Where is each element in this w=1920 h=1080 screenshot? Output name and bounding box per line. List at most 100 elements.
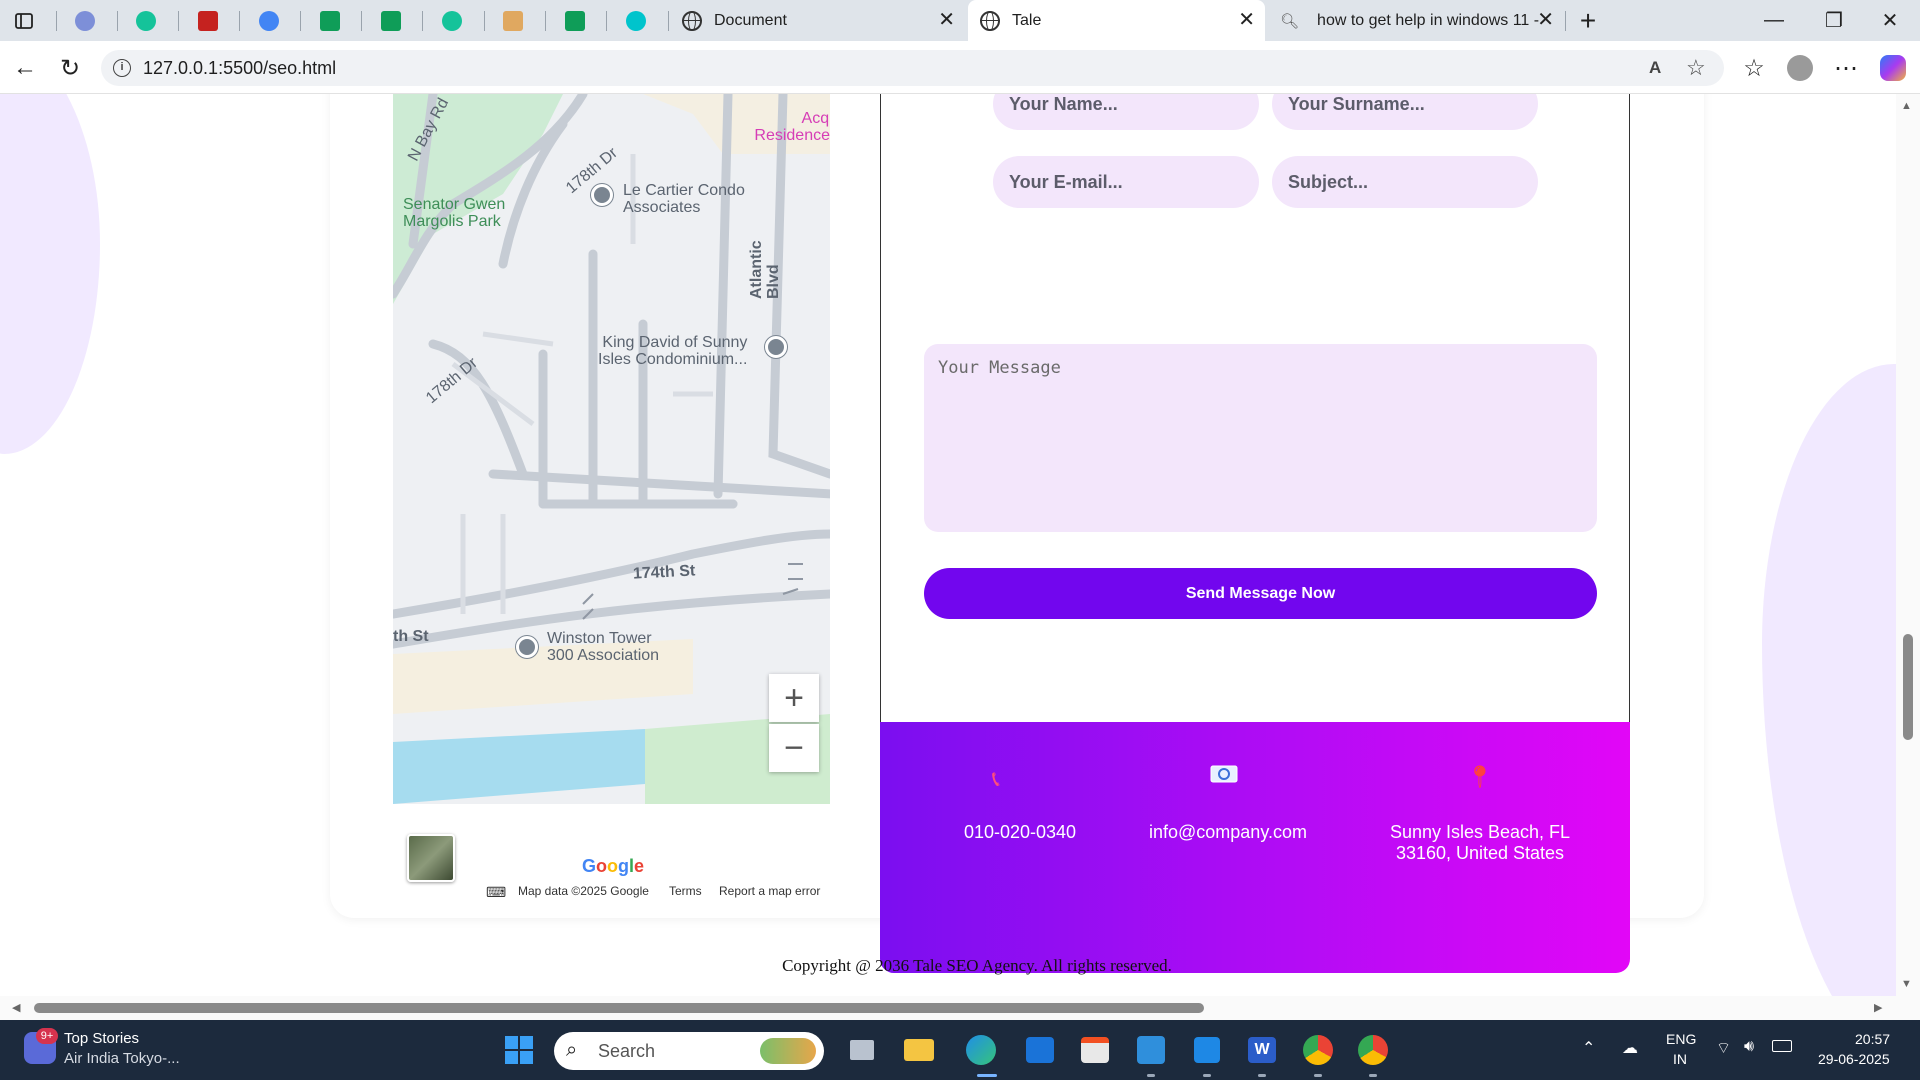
scroll-left-arrow[interactable]: ◀ [12,1001,20,1014]
map-pin-icon[interactable] [765,336,787,358]
tab-title: Tale [1012,11,1042,29]
tab-separator [545,11,546,31]
edge-icon[interactable] [961,1030,1001,1070]
pinned-tab-sheets[interactable] [308,6,352,36]
close-window-button[interactable]: ✕ [1862,0,1918,41]
read-aloud-icon[interactable]: A [1649,58,1661,78]
task-view-icon[interactable] [842,1030,882,1070]
clock-date[interactable]: 29-06-2025 [1818,1051,1890,1067]
grammarly-icon [442,11,462,31]
photos-icon[interactable] [1131,1030,1171,1070]
url-text[interactable]: 127.0.0.1:5500/seo.html [143,58,336,79]
surname-field[interactable]: Your Surname... [1272,94,1538,130]
map-pin-icon[interactable] [516,636,538,658]
favorite-star-icon[interactable]: ☆ [1686,55,1706,81]
keyboard-shortcuts-icon[interactable]: ⌨ [486,884,506,901]
map-data-attribution: Map data ©2025 Google [518,884,649,898]
address-bar[interactable]: i 127.0.0.1:5500/seo.html A ☆ [101,50,1724,86]
contact-info-panel: 📞︎ 📍︎ 010-020-0340 info@company.com Sunn… [880,722,1630,973]
tab-separator [361,11,362,31]
close-tab-icon[interactable]: ✕ [1238,10,1255,30]
running-app-indicator [1369,1074,1377,1077]
volume-icon[interactable]: 🔊︎ [1744,1038,1754,1056]
contact-phone[interactable]: 010-020-0340 [920,822,1120,843]
tab-separator [606,11,607,31]
map-zoom-out-button[interactable]: − [769,724,819,772]
wifi-icon[interactable]: ⌔ [1716,1038,1731,1058]
pinned-tab-sheets[interactable] [369,6,413,36]
tab-title: Document [714,11,787,29]
browser-tab-strip: Document ✕ Tale ✕ 🔍︎ how to get help in … [0,0,1920,41]
chrome-icon[interactable] [1353,1030,1393,1070]
news-title[interactable]: Top Stories [64,1030,139,1047]
profile-avatar[interactable] [1783,53,1817,83]
map-report-error-link[interactable]: Report a map error [719,884,820,898]
map-satellite-toggle[interactable] [407,834,455,882]
pinned-tab-moon[interactable] [63,6,107,36]
minimize-button[interactable]: ― [1746,0,1802,41]
clock-time[interactable]: 20:57 [1855,1031,1890,1047]
scroll-right-arrow[interactable]: ▶ [1874,1001,1882,1014]
language-top[interactable]: ENG [1666,1031,1696,1047]
start-button[interactable] [499,1030,539,1070]
scroll-down-arrow[interactable]: ▼ [1901,978,1912,990]
location-pin-icon: 📍︎ [1466,764,1494,789]
pinned-tab-gmail[interactable] [186,6,230,36]
contact-email[interactable]: info@company.com [1128,822,1328,843]
copilot-icon[interactable] [1876,53,1910,83]
message-textarea[interactable]: Your Message [924,344,1597,532]
store-icon[interactable] [1075,1030,1115,1070]
show-hidden-icons-chevron[interactable]: ⌃ [1582,1038,1595,1058]
vertical-scroll-thumb[interactable] [1903,634,1913,740]
vertical-scrollbar[interactable]: ▲ ▼ [1896,94,1920,1020]
tab-separator [422,11,423,31]
language-bottom[interactable]: IN [1673,1051,1687,1067]
taskbar-search-label: Search [598,1041,656,1061]
page-viewport: N Bay Rd 178th Dr 178th Dr Senator Gwen … [0,94,1920,1020]
more-menu-icon[interactable]: ⋯ [1829,53,1863,83]
running-app-indicator [1314,1074,1322,1077]
subject-field[interactable]: Subject... [1272,156,1538,208]
tab-tale[interactable]: Tale ✕ [968,0,1265,41]
file-explorer-icon[interactable] [899,1030,939,1070]
map-zoom-in-button[interactable]: + [769,674,819,722]
tab-document[interactable]: Document ✕ [670,0,965,41]
restore-button[interactable]: ❐ [1806,0,1862,41]
word-icon[interactable]: W [1242,1030,1282,1070]
refresh-button[interactable]: ↻ [53,53,87,83]
pinned-tab-canva[interactable] [614,6,658,36]
back-button[interactable]: ← [8,53,42,83]
pinned-tab-grammarly[interactable] [124,6,168,36]
sidebar-toggle-icon[interactable] [2,6,46,36]
news-subtitle[interactable]: Air India Tokyo-... [64,1050,180,1067]
pinned-tab-grammarly[interactable] [430,6,474,36]
horizontal-scrollbar[interactable]: ◀ ▶ [0,996,1896,1020]
name-field[interactable]: Your Name... [993,94,1259,130]
scroll-up-arrow[interactable]: ▲ [1901,100,1912,112]
pinned-tab-notes[interactable] [491,6,535,36]
taskbar-search[interactable]: ⌕ Search [554,1032,824,1070]
map-pin-icon[interactable] [591,184,613,206]
tab-separator [668,11,669,31]
gear-icon [259,11,279,31]
pinned-tab-settings[interactable] [247,6,291,36]
battery-icon[interactable] [1772,1040,1792,1052]
map-terms-link[interactable]: Terms [669,884,702,898]
active-app-indicator [977,1074,997,1077]
vscode-icon[interactable] [1187,1030,1227,1070]
close-tab-icon[interactable]: ✕ [1537,10,1554,30]
tab-search[interactable]: 🔍︎ how to get help in windows 11 - S ✕ [1268,0,1564,41]
outlook-icon[interactable] [1020,1030,1060,1070]
new-tab-button[interactable]: + [1560,0,1616,41]
horizontal-scroll-thumb[interactable] [34,1003,1204,1013]
onedrive-icon[interactable]: ☁ [1622,1038,1638,1058]
globe-icon [980,10,1000,31]
pinned-tab-sheets[interactable] [553,6,597,36]
close-tab-icon[interactable]: ✕ [938,10,955,30]
site-info-icon[interactable]: i [113,59,131,77]
favorites-icon[interactable]: ☆ [1737,53,1771,83]
email-field[interactable]: Your E-mail... [993,156,1259,208]
send-message-button[interactable]: Send Message Now [924,568,1597,619]
chrome-icon[interactable] [1298,1030,1338,1070]
google-map[interactable]: N Bay Rd 178th Dr 178th Dr Senator Gwen … [393,94,830,804]
